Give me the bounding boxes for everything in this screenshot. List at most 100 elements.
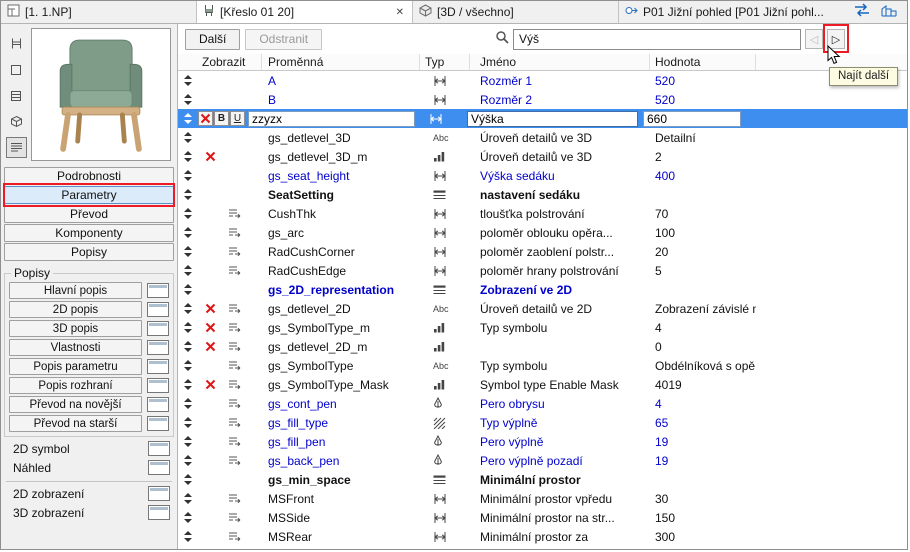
- param-name[interactable]: poloměr zaoblení polstr...: [470, 245, 650, 259]
- variable-name[interactable]: gs_arc: [246, 226, 420, 240]
- param-name[interactable]: Úroveň detailů ve 3D: [470, 131, 650, 145]
- row-drag-handle[interactable]: [178, 303, 198, 314]
- row-drag-handle[interactable]: [178, 189, 198, 200]
- row-drag-handle[interactable]: [178, 265, 198, 276]
- row-drag-handle[interactable]: [178, 474, 198, 485]
- param-row-MSRear[interactable]: MSRear Minimální prostor za 300: [178, 527, 907, 546]
- param-name[interactable]: Rozměr 1: [470, 74, 650, 88]
- param-row-gs_detlevel_2D_m[interactable]: gs_detlevel_2D_m 0: [178, 337, 907, 356]
- panel-window-icon[interactable]: [148, 486, 170, 501]
- param-name[interactable]: Typ symbolu: [470, 321, 650, 335]
- row-drag-handle[interactable]: [178, 455, 198, 466]
- add-next-button[interactable]: Další: [185, 28, 241, 50]
- param-row-gs_SymbolType[interactable]: gs_SymbolType Abc Typ symbolu Obdélníková s…: [178, 356, 907, 375]
- param-row-MSFront[interactable]: MSFront Minimální prostor vpředu 30: [178, 489, 907, 508]
- param-name[interactable]: Úroveň detailů ve 3D: [470, 150, 650, 164]
- param-row-gs_min_space[interactable]: gs_min_space Minimální prostor: [178, 470, 907, 489]
- variable-name[interactable]: gs_detlevel_2D_m: [246, 340, 420, 354]
- nav-popisy[interactable]: Popisy: [4, 243, 174, 261]
- param-value[interactable]: Zobrazení závislé n...: [650, 302, 756, 316]
- hide-parameter-button[interactable]: [198, 111, 213, 126]
- param-value[interactable]: 400: [650, 169, 756, 183]
- param-value[interactable]: 4: [650, 397, 756, 411]
- param-value[interactable]: 520: [650, 74, 756, 88]
- param-row-RadCushEdge[interactable]: RadCushEdge poloměr hrany polstrování 5: [178, 261, 907, 280]
- panel-window-icon[interactable]: [147, 416, 169, 431]
- row-drag-handle[interactable]: [178, 436, 198, 447]
- row-drag-handle[interactable]: [178, 151, 198, 162]
- popisy-button-7[interactable]: Převod na starší: [9, 415, 142, 432]
- param-value[interactable]: 20: [650, 245, 756, 259]
- param-name[interactable]: Pero výplně: [470, 435, 650, 449]
- panel-window-icon[interactable]: [147, 283, 169, 298]
- param-row-MSSide[interactable]: MSSide Minimální prostor na str... 150: [178, 508, 907, 527]
- preview-list-tool[interactable]: [5, 137, 27, 158]
- param-name[interactable]: Typ výplně: [470, 416, 650, 430]
- param-name[interactable]: Minimální prostor vpředu: [470, 492, 650, 506]
- bold-button[interactable]: B: [214, 111, 229, 126]
- param-name[interactable]: poloměr oblouku opěra...: [470, 226, 650, 240]
- row-drag-handle[interactable]: [178, 94, 198, 105]
- preview-chair-tool[interactable]: [6, 33, 27, 54]
- tab-floorplan[interactable]: [1. 1.NP]: [1, 1, 197, 23]
- param-value[interactable]: 0: [650, 340, 756, 354]
- param-value[interactable]: 70: [650, 207, 756, 221]
- param-name[interactable]: Pero výplně pozadí: [470, 454, 650, 468]
- param-row-gs_fill_type[interactable]: gs_fill_type Typ výplně 65: [178, 413, 907, 432]
- param-row-gs_detlevel_3D[interactable]: gs_detlevel_3D Abc Úroveň detailů ve 3D Det…: [178, 128, 907, 147]
- param-name[interactable]: tloušťka polstrování: [470, 207, 650, 221]
- popisy-button-4[interactable]: Popis parametru: [9, 358, 142, 375]
- variable-name[interactable]: CushThk: [246, 207, 420, 221]
- param-value[interactable]: 4: [650, 321, 756, 335]
- param-row-gs_cont_pen[interactable]: gs_cont_pen Pero obrysu 4: [178, 394, 907, 413]
- variable-name[interactable]: SeatSetting: [246, 188, 420, 202]
- variable-name[interactable]: gs_seat_height: [246, 169, 420, 183]
- variable-name[interactable]: gs_detlevel_3D: [246, 131, 420, 145]
- nav-parametry[interactable]: Parametry: [4, 186, 174, 204]
- param-name[interactable]: Zobrazení ve 2D: [470, 283, 650, 297]
- row-drag-handle[interactable]: [178, 379, 198, 390]
- popisy-button-5[interactable]: Popis rozhraní: [9, 377, 142, 394]
- variable-name[interactable]: gs_SymbolType: [246, 359, 420, 373]
- param-row-gs_seat_height[interactable]: gs_seat_height Výška sedáku 400: [178, 166, 907, 185]
- row-drag-handle[interactable]: [178, 132, 198, 143]
- variable-name[interactable]: gs_cont_pen: [246, 397, 420, 411]
- param-name[interactable]: Úroveň detailů ve 2D: [470, 302, 650, 316]
- remove-button[interactable]: Odstranit: [245, 28, 323, 50]
- param-value[interactable]: 19: [650, 454, 756, 468]
- name-input[interactable]: [467, 110, 638, 127]
- row-drag-handle[interactable]: [178, 284, 198, 295]
- hidden-x-icon[interactable]: [198, 322, 222, 333]
- param-value[interactable]: 520: [650, 93, 756, 107]
- variable-name[interactable]: MSRear: [246, 530, 420, 544]
- underline-button[interactable]: U: [230, 111, 245, 126]
- variable-name[interactable]: gs_SymbolType_m: [246, 321, 420, 335]
- param-name[interactable]: Pero obrysu: [470, 397, 650, 411]
- value-input[interactable]: [643, 110, 741, 127]
- variable-name[interactable]: gs_fill_pen: [246, 435, 420, 449]
- variable-name[interactable]: RadCushCorner: [246, 245, 420, 259]
- variable-name[interactable]: gs_detlevel_2D: [246, 302, 420, 316]
- panel-window-icon[interactable]: [147, 321, 169, 336]
- nav-podrobnosti[interactable]: Podrobnosti: [4, 167, 174, 185]
- variable-name[interactable]: gs_min_space: [246, 473, 420, 487]
- row-drag-handle[interactable]: [178, 360, 198, 371]
- panel-window-icon[interactable]: [147, 359, 169, 374]
- row-drag-handle[interactable]: [178, 246, 198, 257]
- param-name[interactable]: poloměr hrany polstrování: [470, 264, 650, 278]
- param-name[interactable]: Minimální prostor na str...: [470, 511, 650, 525]
- param-name[interactable]: Rozměr 2: [470, 93, 650, 107]
- close-tab-icon[interactable]: ✕: [394, 7, 406, 18]
- param-value[interactable]: 150: [650, 511, 756, 525]
- panel-window-icon[interactable]: [148, 505, 170, 520]
- param-row-gs_fill_pen[interactable]: gs_fill_pen Pero výplně 19: [178, 432, 907, 451]
- param-row-gs_detlevel_3D_m[interactable]: gs_detlevel_3D_m Úroveň detailů ve 3D 2: [178, 147, 907, 166]
- variable-name[interactable]: gs_fill_type: [246, 416, 420, 430]
- swap-arrows-icon[interactable]: [853, 2, 871, 22]
- row-drag-handle[interactable]: [178, 512, 198, 523]
- row-drag-handle[interactable]: [178, 208, 198, 219]
- hidden-x-icon[interactable]: [198, 151, 222, 162]
- param-row-gs_SymbolType_m[interactable]: gs_SymbolType_m Typ symbolu 4: [178, 318, 907, 337]
- param-name[interactable]: nastavení sedáku: [470, 188, 650, 202]
- param-value[interactable]: 4019: [650, 378, 756, 392]
